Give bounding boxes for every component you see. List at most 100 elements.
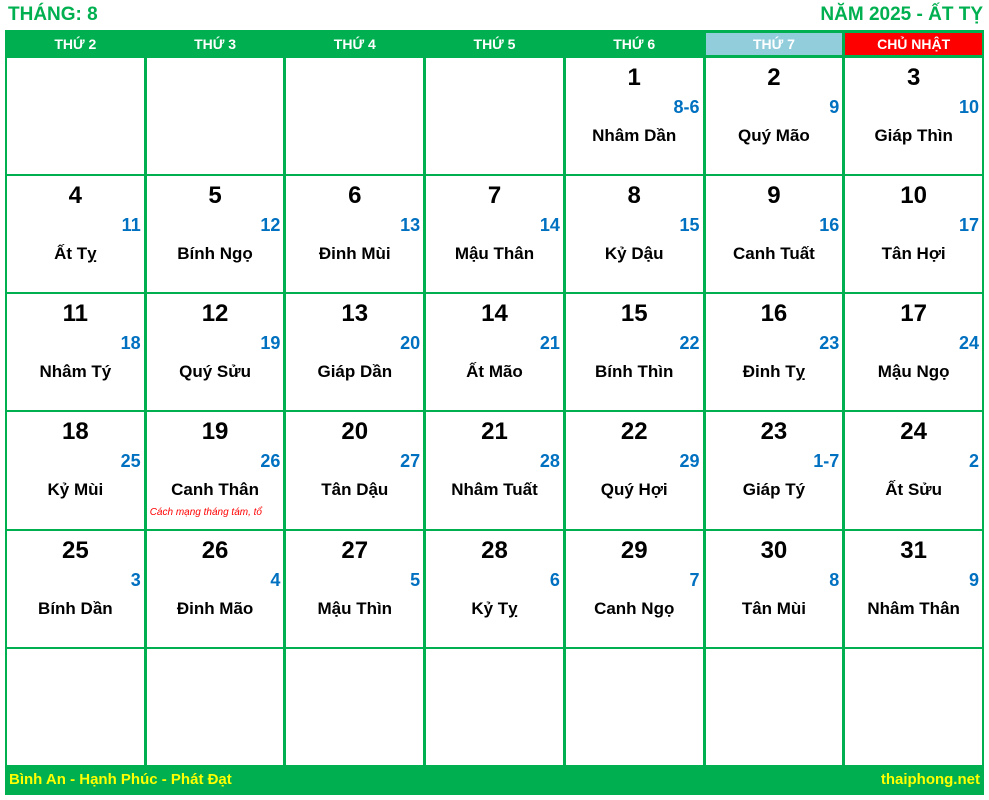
solar-date: 3 (906, 64, 921, 91)
solar-date: 12 (201, 300, 229, 328)
day-cell[interactable]: 30 8 Tân Mùi (705, 530, 843, 647)
lunar-date: 23 (819, 333, 840, 354)
day-cell[interactable]: 11 18 Nhâm Tý (7, 294, 144, 411)
can-chi-day: Mậu Thìn (317, 598, 393, 618)
solar-date: 9 (767, 182, 781, 210)
day-cell[interactable]: 4 11 Ất Tỵ (7, 176, 144, 293)
day-cell[interactable]: 29 7 Canh Ngọ (565, 530, 703, 647)
lunar-date: 15 (679, 215, 700, 236)
solar-date: 2 (767, 64, 781, 91)
day-cell[interactable]: 16 23 Đinh Tỵ (705, 294, 843, 411)
solar-date: 15 (620, 300, 648, 328)
lunar-date: 27 (400, 451, 421, 472)
lunar-date: 9 (829, 97, 840, 117)
lunar-date: 8 (829, 569, 840, 590)
solar-date: 31 (900, 536, 927, 564)
weekday-header: CHỦ NHẬT (845, 33, 982, 55)
lunar-date: 5 (410, 569, 421, 590)
solar-date: 24 (900, 418, 927, 446)
lunar-date: 12 (260, 215, 281, 236)
can-chi-day: Ất Tỵ (54, 244, 97, 264)
can-chi-day: Mậu Thân (454, 244, 535, 264)
day-cell[interactable]: 9 16 Canh Tuất (705, 176, 843, 293)
can-chi-day: Bính Dần (38, 598, 113, 618)
empty-cell (426, 58, 563, 175)
weekday-header: THỨ 7 (705, 33, 843, 55)
day-cell[interactable]: 13 20 Giáp Dần (286, 294, 424, 411)
empty-cell (7, 648, 144, 765)
day-cell[interactable]: 7 14 Mậu Thân (426, 176, 563, 293)
lunar-date: 4 (270, 569, 281, 590)
solar-date: 11 (62, 300, 89, 328)
solar-date: 13 (341, 300, 369, 328)
day-cell[interactable]: 31 9 Nhâm Thân (845, 530, 982, 647)
weekday-header: THỨ 2 (54, 36, 97, 52)
lunar-date: 26 (260, 451, 281, 472)
day-cell[interactable]: 20 27 Tân Dậu (286, 412, 424, 529)
day-cell[interactable]: 25 3 Bính Dần (7, 530, 144, 647)
can-chi-day: Kỷ Mùi (47, 480, 104, 500)
weekday-header: THỨ 3 (194, 36, 237, 52)
can-chi-day: Quý Mão (738, 126, 810, 145)
day-cell[interactable]: 14 21 Ất Mão (426, 294, 563, 411)
empty-cell (7, 58, 144, 175)
day-cell[interactable]: 19 26 Canh Thân Cách mạng tháng tám, tổ (146, 412, 284, 529)
can-chi-day: Bính Ngọ (177, 244, 253, 264)
solar-date: 27 (341, 536, 369, 564)
solar-date: 20 (341, 418, 369, 446)
day-cell[interactable]: 22 29 Quý Hợi (565, 412, 703, 529)
day-cell[interactable]: 28 6 Kỷ Tỵ (426, 530, 563, 647)
solar-date: 10 (900, 182, 927, 210)
day-cell[interactable]: 10 17 Tân Hợi (845, 176, 982, 293)
can-chi-day: Canh Ngọ (594, 598, 675, 618)
empty-cell (426, 648, 563, 765)
day-cell[interactable]: 8 15 Kỷ Dậu (565, 176, 703, 293)
lunar-date: 21 (539, 333, 560, 354)
day-cell[interactable]: 21 28 Nhâm Tuất (426, 412, 563, 529)
day-cell[interactable]: 5 12 Bính Ngọ (146, 176, 284, 293)
footer-slogan: Bình An - Hạnh Phúc - Phát Đạt (9, 771, 232, 789)
day-cell[interactable]: 12 19 Quý Sửu (146, 294, 284, 411)
lunar-date: 14 (539, 215, 560, 236)
day-cell[interactable]: 18 25 Kỷ Mùi (7, 412, 144, 529)
lunar-date: 28 (539, 451, 560, 472)
can-chi-day: Tân Dậu (321, 480, 389, 500)
solar-date: 1 (627, 64, 641, 91)
day-cell[interactable]: 15 22 Bính Thìn (565, 294, 703, 411)
day-cell[interactable]: 27 5 Mậu Thìn (286, 530, 424, 647)
day-cell[interactable]: 1 8-6 Nhâm Dần (565, 58, 703, 175)
can-chi-day: Canh Tuất (732, 244, 815, 264)
can-chi-day: Kỷ Tỵ (471, 598, 518, 618)
lunar-date: 18 (120, 333, 141, 354)
day-cell[interactable]: 3 10 Giáp Thìn (845, 58, 982, 175)
can-chi-day: Tân Mùi (741, 598, 807, 618)
solar-date: 4 (68, 182, 83, 210)
lunar-date: 11 (121, 215, 141, 236)
solar-date: 21 (481, 418, 508, 446)
day-cell[interactable]: 23 1-7 Giáp Tý (705, 412, 843, 529)
can-chi-day: Mậu Ngọ (877, 362, 950, 382)
solar-date: 26 (201, 536, 229, 564)
empty-cell (286, 58, 424, 175)
day-cell[interactable]: 26 4 Đinh Mão (146, 530, 284, 647)
lunar-date: 8-6 (673, 97, 700, 117)
can-chi-day: Đinh Mùi (318, 244, 391, 264)
lunar-date: 22 (679, 333, 700, 354)
lunar-date: 9 (968, 569, 979, 590)
day-cell[interactable]: 17 24 Mậu Ngọ (845, 294, 982, 411)
weekday-header: THỨ 6 (613, 36, 656, 52)
can-chi-day: Kỷ Dậu (604, 244, 664, 264)
can-chi-day: Quý Hợi (600, 480, 668, 500)
lunar-date: 17 (958, 215, 979, 236)
empty-cell (146, 58, 284, 175)
solar-date: 25 (62, 536, 89, 564)
day-cell[interactable]: 2 9 Quý Mão (705, 58, 843, 175)
can-chi-day: Nhâm Dần (592, 126, 677, 145)
day-cell[interactable]: 24 2 Ất Sửu (845, 412, 982, 529)
day-cell[interactable]: 6 13 Đinh Mùi (286, 176, 424, 293)
solar-date: 17 (900, 300, 927, 328)
can-chi-day: Nhâm Tý (39, 362, 112, 382)
month-title: THÁNG: 8 (8, 4, 98, 25)
holiday-note: Cách mạng tháng tám, tổ (149, 507, 262, 519)
solar-date: 23 (760, 418, 788, 446)
